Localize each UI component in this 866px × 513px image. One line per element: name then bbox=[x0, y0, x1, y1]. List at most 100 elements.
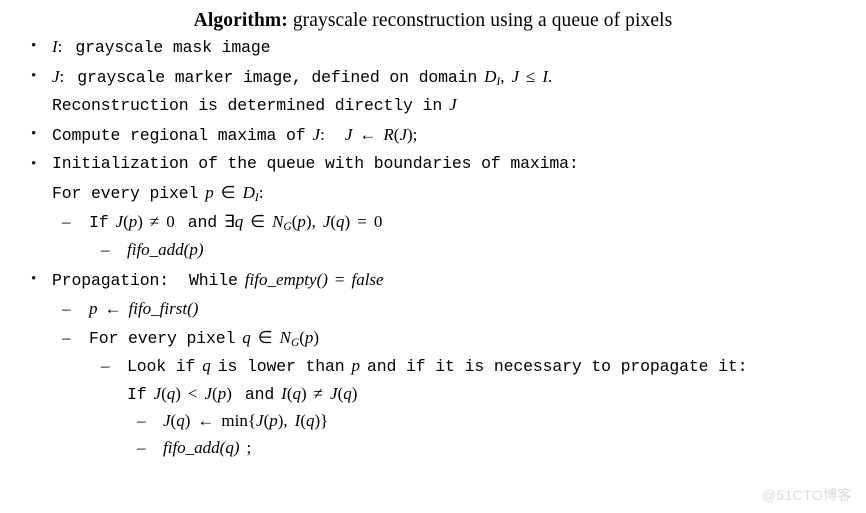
page-title: Algorithm: grayscale reconstruction usin… bbox=[0, 0, 866, 32]
assignment-target: J bbox=[344, 125, 353, 144]
paren-close: ) bbox=[233, 438, 240, 457]
fifo-add-function: fifo_add bbox=[127, 240, 184, 259]
symbol-J: J bbox=[52, 67, 60, 86]
step-mask-image: • I: grayscale mask image bbox=[31, 38, 866, 59]
dash-glyph: – bbox=[62, 299, 71, 318]
equals-operator: = bbox=[357, 212, 367, 231]
paren-close: ) bbox=[301, 384, 307, 403]
and-keyword: and bbox=[244, 385, 275, 404]
min-first-argument: p bbox=[269, 411, 278, 430]
if-d-argument: q bbox=[343, 384, 352, 403]
propagation-assign-line: J(q) ← min{J(p), I(q)} bbox=[163, 412, 866, 433]
if-keyword: If bbox=[89, 213, 109, 232]
assignment-arrow: ← bbox=[359, 125, 377, 144]
brace-open: { bbox=[247, 411, 257, 430]
colon-after-I: : bbox=[57, 37, 63, 56]
paren-close: ) bbox=[175, 384, 181, 403]
step-propagation: • Propagation: While fifo_empty() = false – … bbox=[31, 271, 866, 460]
fifo-first-function: fifo_first bbox=[128, 299, 188, 318]
bullet-glyph: • bbox=[31, 68, 37, 84]
cond-lhs-argument: p bbox=[128, 212, 138, 231]
dash-glyph: – bbox=[62, 328, 71, 347]
min-first-function: J bbox=[256, 411, 264, 430]
paren-close: ) bbox=[137, 212, 143, 231]
domain-comma: , bbox=[500, 67, 505, 86]
reconstruction-symbol: J bbox=[449, 95, 457, 114]
propagation-if-condition-line: If J(q) < J(p) and I(q) ≠ J(q) bbox=[127, 385, 866, 406]
propagation-assign-item: – J(q) ← min{J(p), I(q)} bbox=[127, 412, 866, 433]
cond-zero: 0 bbox=[166, 212, 175, 231]
loop-variable-p: p bbox=[205, 183, 214, 202]
bullet-glyph: • bbox=[31, 271, 37, 287]
compute-maxima-text: Compute regional maxima of bbox=[52, 126, 306, 145]
dash-glyph: – bbox=[137, 438, 146, 457]
paren-close: ) bbox=[184, 411, 191, 430]
relation-lhs: J bbox=[511, 67, 520, 86]
if-b-argument: p bbox=[217, 384, 227, 403]
assignment-semicolon: ; bbox=[412, 125, 418, 144]
not-equal-operator: ≠ bbox=[313, 384, 324, 403]
not-equal-operator: ≠ bbox=[149, 212, 160, 231]
look-suffix-text: and if it is necessary to propagate it: bbox=[367, 357, 748, 376]
dash-glyph: – bbox=[62, 212, 71, 231]
if-c-argument: q bbox=[292, 384, 302, 403]
fifo-add-argument: p bbox=[189, 240, 198, 259]
dash-glyph: – bbox=[101, 240, 110, 259]
initialization-action-item: – fifo_add(p) bbox=[89, 241, 866, 262]
for-every-pixel-text: For every pixel bbox=[89, 329, 236, 348]
compute-symbol-J: J bbox=[312, 125, 321, 144]
element-of-operator: ∈ bbox=[250, 212, 266, 231]
fifo-add-function: fifo_add bbox=[163, 438, 220, 457]
fifo-add-argument: q bbox=[225, 438, 234, 457]
step-initialization: • Initialization of the queue with bound… bbox=[31, 155, 866, 262]
loop-colon: : bbox=[258, 183, 264, 202]
pop-variable-p: p bbox=[89, 299, 98, 318]
title-text: grayscale reconstruction using a queue o… bbox=[292, 10, 673, 31]
paren-close: ) bbox=[351, 384, 358, 403]
if-a-argument: q bbox=[166, 384, 176, 403]
initialization-heading: Initialization of the queue with boundar… bbox=[52, 155, 866, 177]
look-variable-q: q bbox=[202, 356, 211, 375]
step-marker-image: • J: grayscale marker image, defined on d… bbox=[31, 68, 866, 117]
propagation-heading: Propagation: While fifo_empty() = false bbox=[52, 271, 866, 292]
cond-rhs-argument: q bbox=[336, 212, 345, 231]
fifo-empty-function: fifo_empty bbox=[244, 270, 317, 289]
brace-close: } bbox=[320, 411, 329, 430]
relation-period: . bbox=[548, 67, 553, 86]
loop-domain-base: D bbox=[242, 183, 255, 202]
look-middle-text: is lower than bbox=[217, 357, 345, 376]
min-comma: , bbox=[283, 411, 288, 430]
mask-image-description: grayscale mask image bbox=[75, 38, 271, 57]
paren-close: ) bbox=[313, 328, 320, 347]
cond-lhs-function: J bbox=[115, 212, 124, 231]
fifo-empty-parens: () bbox=[316, 270, 328, 289]
step-marker-image-line: J: grayscale marker image, defined on dom… bbox=[52, 68, 866, 89]
propagation-neighbor-loop-line: For every pixel q ∈ NG(p) bbox=[89, 329, 866, 350]
neighborhood-subscript: G bbox=[290, 337, 300, 350]
look-prefix-text: Look if bbox=[127, 357, 196, 376]
propagation-pop-line: p ← fifo_first() bbox=[89, 300, 866, 321]
compute-colon: : bbox=[320, 125, 325, 144]
if-keyword: If bbox=[127, 385, 147, 404]
paren-close: ) bbox=[226, 384, 232, 403]
fifo-first-parens: () bbox=[187, 299, 199, 318]
enqueue-semicolon: ; bbox=[246, 438, 252, 457]
domain-base: D bbox=[484, 67, 497, 86]
neighborhood-base: N bbox=[272, 212, 284, 231]
step-marker-image-continuation: Reconstruction is determined directly in… bbox=[52, 96, 866, 117]
initialization-condition-line: If J(p) ≠ 0 and ∃q ∈ NG(p), J(q) = 0 bbox=[89, 213, 866, 234]
dash-glyph: – bbox=[101, 356, 110, 375]
element-of-operator: ∈ bbox=[257, 328, 273, 347]
propagation-look-item: – Look if q is lower than p and if it is nec… bbox=[89, 357, 866, 460]
propagation-label: Propagation: bbox=[52, 271, 170, 290]
propagation-look-comment-line: Look if q is lower than p and if it is neces… bbox=[127, 357, 866, 378]
assignment-arrow: ← bbox=[197, 411, 215, 430]
step-mask-image-line: I: grayscale mask image bbox=[52, 38, 866, 59]
propagation-pop-item: – p ← fifo_first() bbox=[52, 300, 866, 321]
exists-variable-q: q bbox=[234, 212, 244, 231]
initialization-action-line: fifo_add(p) bbox=[127, 241, 866, 262]
dash-glyph: – bbox=[137, 411, 146, 430]
loop-variable-q: q bbox=[242, 328, 251, 347]
if-d-function: J bbox=[330, 384, 338, 403]
cond-rhs-zero: 0 bbox=[373, 212, 383, 231]
